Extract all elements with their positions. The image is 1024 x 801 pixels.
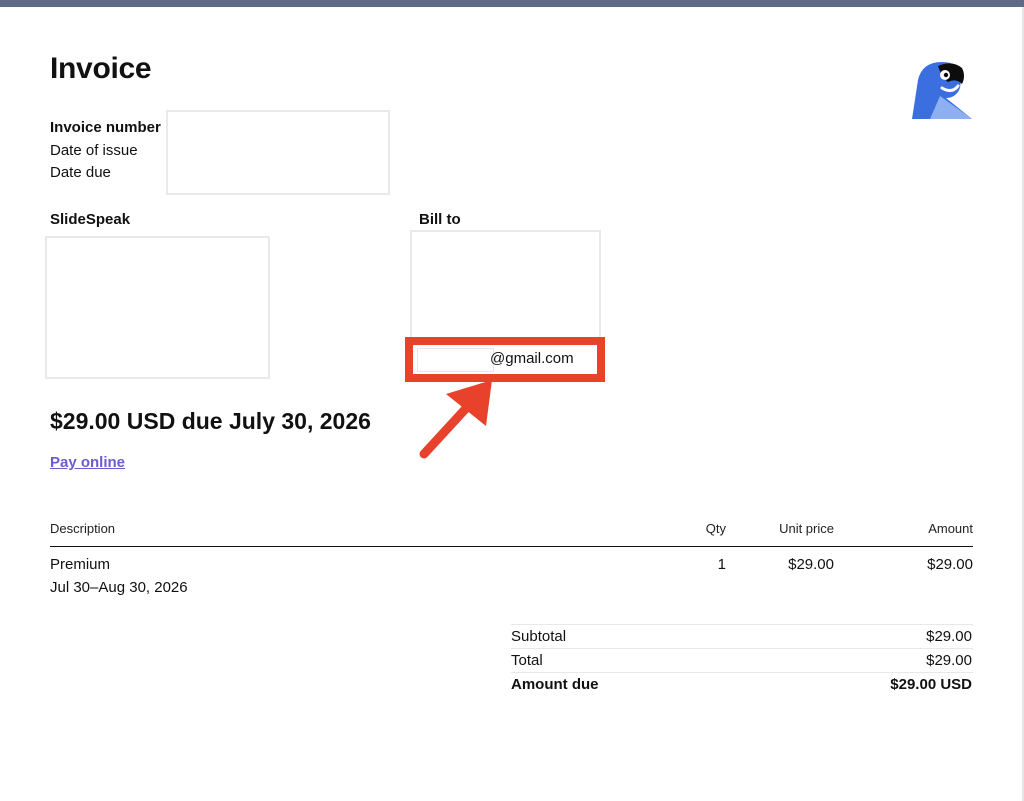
amount-due-value: $29.00 USD: [890, 676, 972, 693]
column-header-unit-price: Unit price: [779, 521, 834, 536]
invoice-title: Invoice: [50, 52, 152, 85]
red-pointer-arrow: [419, 380, 492, 459]
column-header-qty: Qty: [705, 521, 726, 536]
line-item-unit-price: $29.00: [788, 556, 834, 573]
subtotal-value: $29.00: [926, 628, 972, 645]
pay-online-link[interactable]: Pay online: [50, 454, 125, 471]
line-item-amount: $29.00: [927, 556, 973, 573]
total-value: $29.00: [926, 652, 972, 669]
redacted-meta-values: [166, 110, 390, 195]
table-header-rule: [50, 546, 973, 547]
subtotal-label: Subtotal: [511, 628, 567, 645]
bill-to-label: Bill to: [419, 211, 461, 228]
amount-due-label: Amount due: [511, 676, 599, 693]
bill-to-email: @gmail.com: [490, 350, 574, 367]
line-item-description: Premium: [50, 556, 111, 573]
line-item-qty: 1: [717, 556, 726, 573]
invoice-number-label: Invoice number: [50, 119, 161, 136]
redacted-seller-address: [45, 236, 270, 379]
seller-label: SlideSpeak: [50, 211, 131, 228]
line-item-period: Jul 30–Aug 30, 2026: [50, 579, 188, 596]
redacted-bill-to-address: [410, 230, 601, 340]
amount-due-heading: $29.00 USD due July 30, 2026: [50, 408, 371, 434]
summary-divider: [511, 672, 973, 673]
invoice-meta: Invoice number Date of issue Date due: [50, 117, 161, 185]
summary-divider: [511, 648, 973, 649]
top-accent-bar: [0, 0, 1024, 7]
summary-divider: [511, 624, 973, 625]
date-of-issue-label: Date of issue: [50, 141, 138, 159]
column-header-amount: Amount: [928, 521, 973, 536]
total-label: Total: [511, 652, 543, 669]
redacted-email-user: [417, 348, 494, 372]
column-header-description: Description: [50, 521, 116, 536]
date-due-label: Date due: [50, 164, 111, 181]
parrot-logo-icon: [912, 62, 972, 119]
